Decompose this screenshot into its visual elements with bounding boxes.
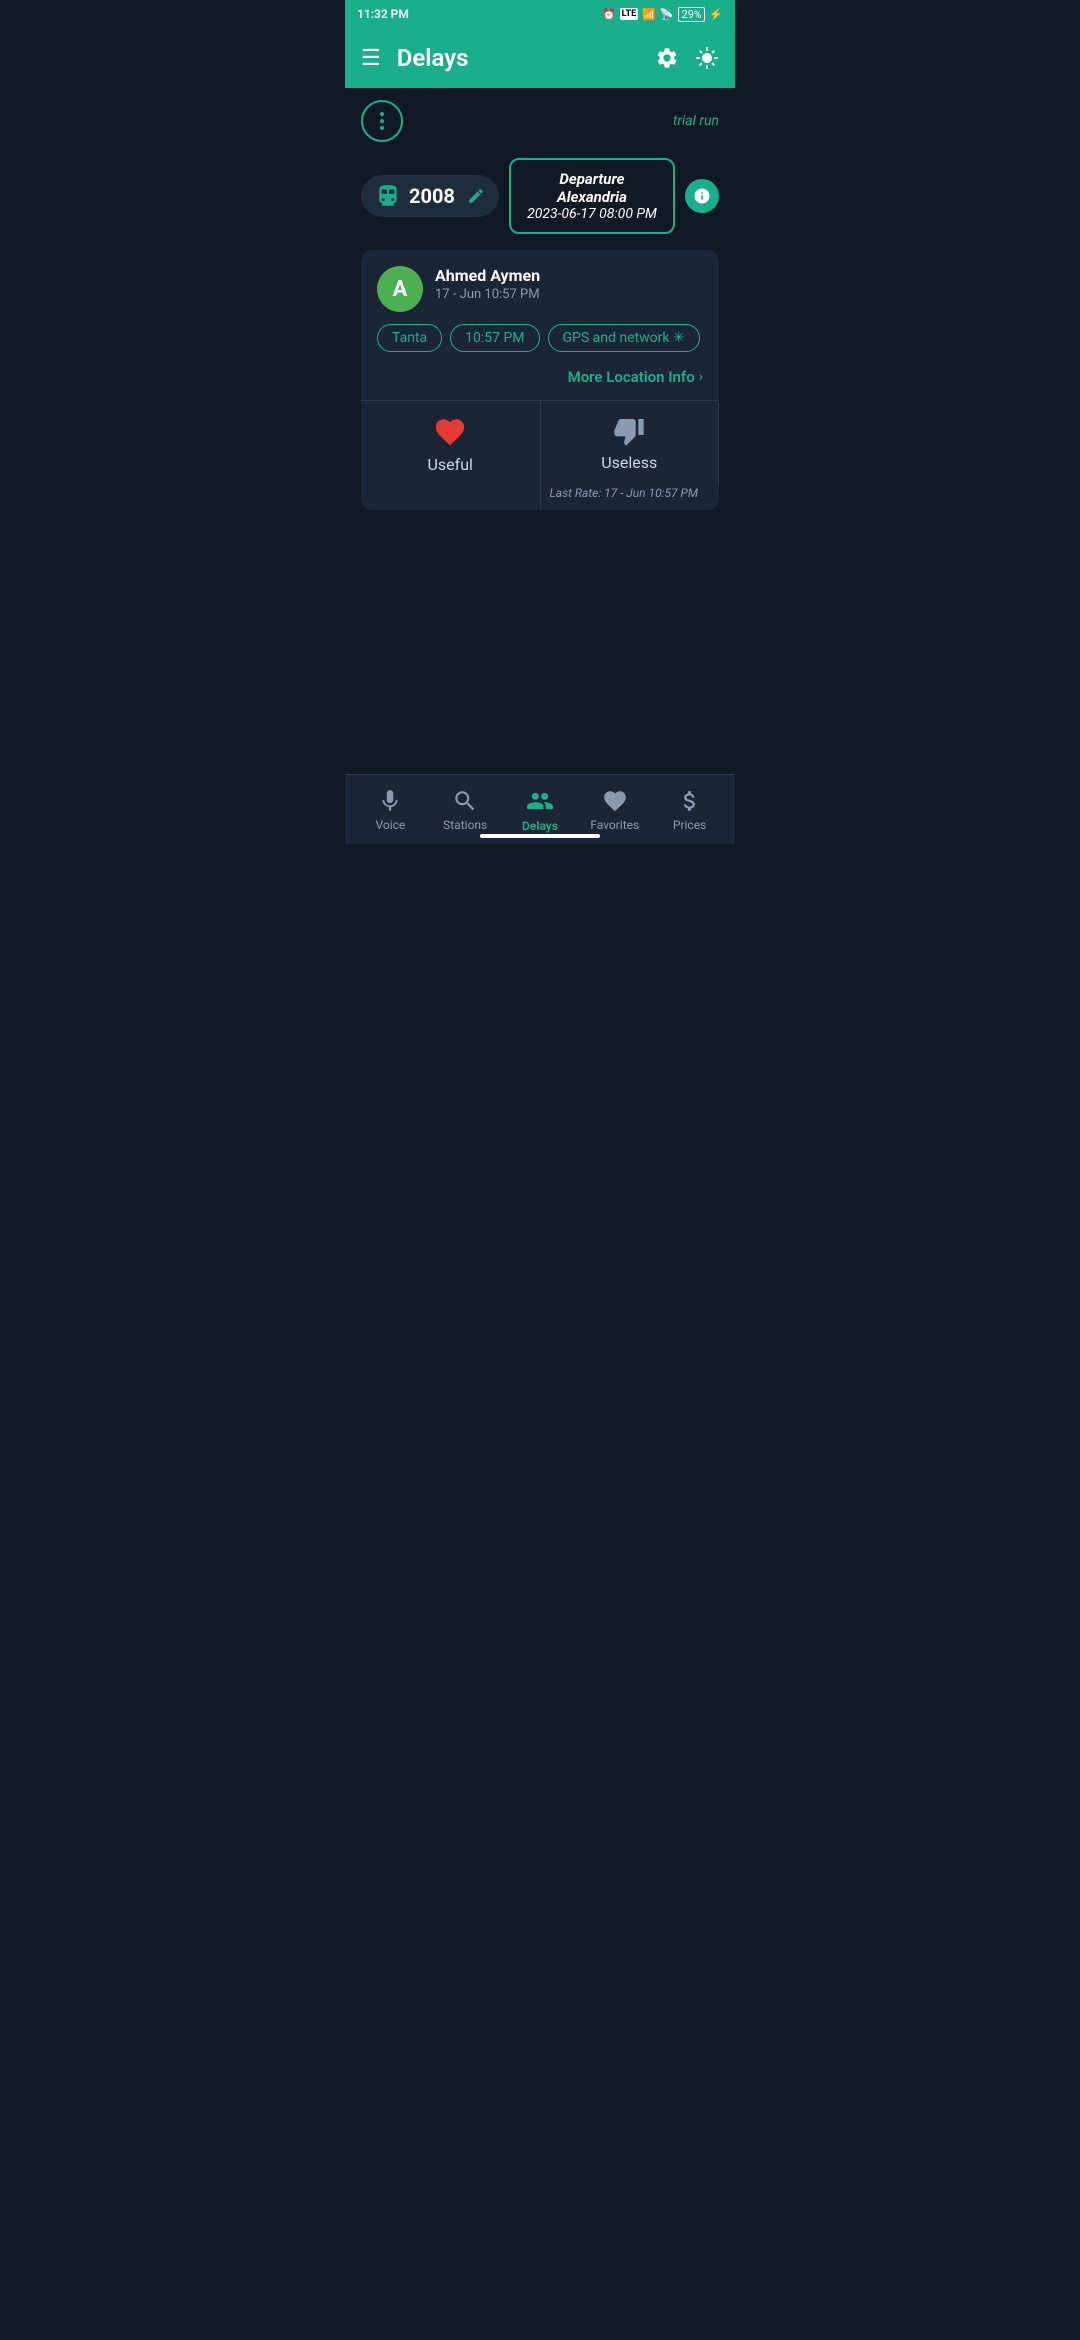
lte-badge: LTE	[620, 8, 639, 20]
people-icon	[526, 787, 554, 815]
last-rate-text: Last Rate: 17 - Jun 10:57 PM	[549, 486, 710, 510]
nav-prices[interactable]: Prices	[652, 780, 727, 840]
info-button[interactable]	[685, 179, 719, 213]
nav-favorites-label: Favorites	[590, 818, 639, 832]
charging-icon: ⚡	[709, 8, 723, 21]
nav-voice-label: Voice	[376, 818, 406, 832]
train-icon	[375, 183, 401, 209]
train-badge[interactable]: 2008	[361, 175, 499, 217]
time-tag[interactable]: 10:57 PM	[450, 324, 539, 352]
nav-voice[interactable]: Voice	[353, 780, 428, 840]
report-tags: Tanta 10:57 PM GPS and network ✳	[361, 312, 719, 364]
location-tag[interactable]: Tanta	[377, 324, 442, 352]
status-icons: ⏰ LTE 📶 📡 29% ⚡	[602, 7, 723, 22]
favorites-heart-icon	[602, 788, 628, 814]
battery-icon: 29%	[678, 7, 706, 22]
home-indicator	[480, 834, 600, 838]
search-icon	[452, 788, 478, 814]
report-header: A Ahmed Aymen 17 - Jun 10:57 PM	[361, 250, 719, 312]
signal-icon: 📶	[642, 8, 656, 21]
avatar: A	[377, 266, 423, 312]
report-user-info: Ahmed Aymen 17 - Jun 10:57 PM	[435, 266, 703, 302]
departure-city: Departure Alexandria	[523, 170, 661, 206]
more-options-button[interactable]	[361, 100, 403, 142]
brightness-icon[interactable]	[695, 46, 719, 70]
wifi-icon: 📡	[660, 8, 674, 21]
more-location-row: More Location Info ›	[361, 364, 719, 400]
nav-prices-label: Prices	[673, 818, 706, 832]
page-title: Delays	[397, 44, 639, 72]
report-timestamp: 17 - Jun 10:57 PM	[435, 287, 703, 302]
thumbsdown-icon	[613, 415, 645, 447]
useless-button[interactable]: Useless	[541, 401, 720, 486]
status-time: 11:32 PM	[357, 7, 409, 21]
nav-delays-label: Delays	[522, 819, 558, 833]
top-controls-row: trial run	[361, 100, 719, 142]
nav-stations[interactable]: Stations	[428, 780, 503, 840]
nav-favorites[interactable]: Favorites	[577, 780, 652, 840]
microphone-icon	[377, 788, 403, 814]
three-dots-icon	[380, 112, 384, 130]
app-bar-actions	[655, 46, 719, 70]
useful-label: Useful	[428, 455, 473, 474]
more-location-link[interactable]: More Location Info ›	[568, 368, 703, 386]
report-card: A Ahmed Aymen 17 - Jun 10:57 PM Tanta 10…	[361, 250, 719, 510]
gps-tag[interactable]: GPS and network ✳	[548, 324, 700, 352]
chevron-right-icon: ›	[699, 369, 703, 385]
useless-section: Useless Last Rate: 17 - Jun 10:57 PM	[541, 401, 720, 510]
info-icon	[693, 187, 711, 205]
menu-icon[interactable]: ☰	[361, 46, 381, 71]
nav-stations-label: Stations	[443, 818, 487, 832]
rating-row: Useful Useless Last Rate: 17 - Jun 10:57…	[361, 400, 719, 510]
heart-icon	[433, 415, 467, 449]
alarm-icon: ⏰	[602, 8, 616, 21]
main-content: trial run 2008 Departure Alexandria 2023…	[345, 88, 735, 774]
settings-icon[interactable]	[655, 46, 679, 70]
report-username: Ahmed Aymen	[435, 266, 703, 285]
app-bar: ☰ Delays	[345, 28, 735, 88]
status-bar: 11:32 PM ⏰ LTE 📶 📡 29% ⚡	[345, 0, 735, 28]
train-number: 2008	[409, 184, 455, 208]
nav-delays[interactable]: Delays	[503, 779, 578, 841]
departure-box[interactable]: Departure Alexandria 2023-06-17 08:00 PM	[509, 158, 675, 234]
departure-datetime: 2023-06-17 08:00 PM	[523, 206, 661, 222]
prices-icon	[677, 788, 703, 814]
useful-button[interactable]: Useful	[361, 401, 541, 510]
train-info-row: 2008 Departure Alexandria 2023-06-17 08:…	[361, 158, 719, 234]
edit-icon[interactable]	[467, 187, 485, 205]
useless-label: Useless	[601, 453, 657, 472]
trial-run-label: trial run	[673, 113, 719, 129]
